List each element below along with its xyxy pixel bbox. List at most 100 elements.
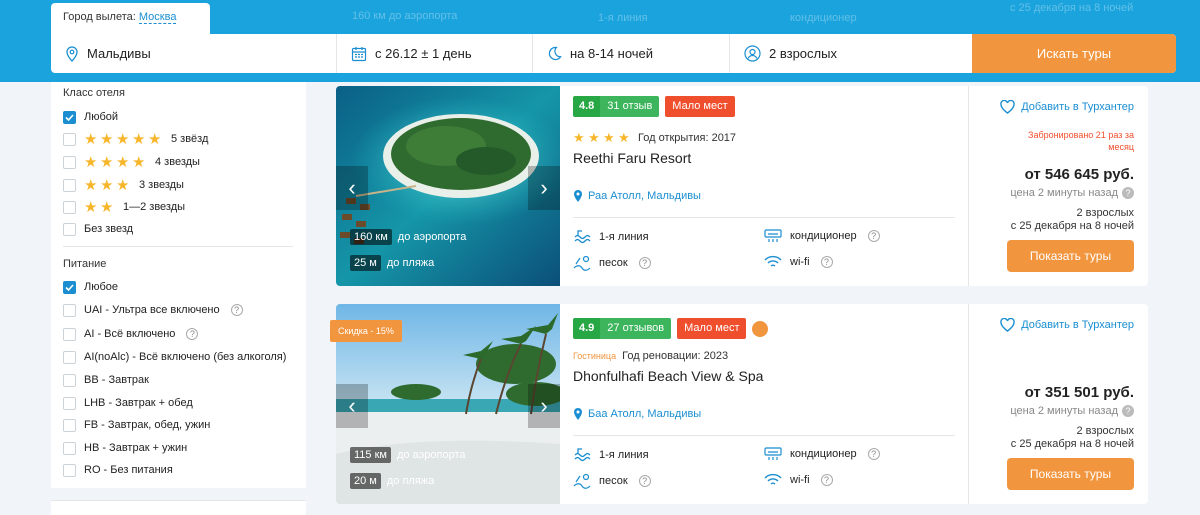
beach-distance-value: 20 м [350,473,381,489]
departure-city-link[interactable]: Москва [138,11,177,24]
show-tours-button[interactable]: Показать туры [1007,458,1134,490]
checkbox-icon[interactable] [63,132,76,146]
help-icon[interactable]: ? [867,230,880,242]
help-icon[interactable]: ? [1122,405,1134,417]
sand-beach-icon [573,255,591,271]
rating-score: 4.9 [573,318,601,339]
nights-field[interactable]: на 8-14 ночей [533,34,730,73]
filters-sidebar: Класс отеля Любой ★ ★ ★ ★ ★ 5 звёзд ★ ★ ★ ★ 4 з… [51,82,306,488]
checkbox-icon[interactable] [63,418,76,432]
feature-sand: песок ? [573,255,651,271]
checkbox-icon[interactable] [63,155,76,169]
next-photo-arrow[interactable]: › [528,384,560,428]
meal-option[interactable]: AI(noAlc) - Всё включено (без алкоголя) [63,349,286,365]
meal-option[interactable]: Любое [63,279,118,295]
hotel-photo[interactable]: ‹ › 160 км до аэропорта 25 м до пляжа [336,86,560,286]
search-tours-button[interactable]: Искать туры [972,34,1176,73]
meal-option[interactable]: UAI - Ультра все включено ? [63,302,243,318]
checkbox-icon[interactable] [63,463,76,477]
help-icon[interactable]: ? [820,474,833,486]
few-places-badge: Мало мест [665,96,735,117]
checkbox-checked-icon[interactable] [63,280,76,294]
show-tours-button[interactable]: Показать туры [1007,240,1134,272]
ghost-text: кондиционер [790,12,857,24]
search-form: Мальдивы с 26.12 ± 1 день на 8-14 ночей … [51,34,1176,73]
ghost-text: 160 км до аэропорта [352,10,458,22]
price-age-label: цена 2 минуты назад [1010,405,1118,417]
checkbox-icon[interactable] [63,303,76,317]
hotel-class-option[interactable]: ★ ★ ★ ★ ★ 5 звёзд [63,131,208,147]
checkbox-checked-icon[interactable] [63,110,76,124]
add-to-tourhunter[interactable]: Добавить в Турхантер [1000,100,1134,114]
meal-option[interactable]: FB - Завтрак, обед, ужин [63,417,210,433]
hotel-location[interactable]: Баа Атолл, Мальдивы [573,408,701,420]
checkbox-icon[interactable] [63,327,76,341]
four-stars-icon: ★ ★ ★ ★ [84,153,146,171]
meal-option[interactable]: LHB - Завтрак + обед [63,395,193,411]
checkbox-icon[interactable] [63,350,76,364]
hotel-class-option[interactable]: ★ ★ ★ 3 звезды [63,177,184,193]
rating-badge[interactable]: 4.9 27 отзывов [573,318,672,339]
heart-icon [1000,318,1015,332]
divider [63,246,293,247]
meal-label: BB - Завтрак [84,374,149,386]
meal-option[interactable]: AI - Всё включено ? [63,326,199,342]
wifi-icon [764,473,782,485]
hotel-class-option[interactable]: Без звезд [63,221,133,237]
tour-dates: с 25 декабря на 8 ночей [1010,220,1134,232]
hotel-card: ‹ › 160 км до аэропорта 25 м до пляжа 4.8 3… [336,86,1148,286]
prev-photo-arrow[interactable]: ‹ [336,166,368,210]
help-icon[interactable]: ? [638,475,651,487]
checkbox-icon[interactable] [63,178,76,192]
sand-beach-icon [573,473,591,489]
meal-option[interactable]: HB - Завтрак + ужин [63,440,187,456]
help-icon[interactable]: ? [1122,187,1134,199]
help-icon[interactable]: ? [230,304,243,316]
help-icon[interactable]: ? [867,448,880,460]
destination-field[interactable]: Мальдивы [51,34,337,73]
ghost-text: 1-я линия [598,12,648,24]
hotel-type-tag: Гостиница [573,351,617,361]
checkbox-icon[interactable] [63,441,76,455]
meal-option[interactable]: BB - Завтрак [63,372,149,388]
destination-value: Мальдивы [87,46,151,61]
location-pin-icon [574,190,582,202]
checkbox-icon[interactable] [63,396,76,410]
waves-icon [574,448,591,462]
dates-value: с 26.12 ± 1 день [375,46,472,61]
add-to-tourhunter[interactable]: Добавить в Турхантер [1000,318,1134,332]
checkbox-icon[interactable] [63,200,76,214]
hotel-class-option[interactable]: ★ ★ 1—2 звезды [63,199,185,215]
next-photo-arrow[interactable]: › [528,166,560,210]
hotel-class-option[interactable]: Любой [63,109,118,125]
price-panel: Добавить в Турхантер от 351 501 руб. цен… [968,304,1148,504]
hotel-name[interactable]: Reethi Faru Resort [573,150,691,166]
feature-label: 1-я линия [599,449,649,461]
guests-value: 2 взрослых [769,46,837,61]
help-icon[interactable]: ? [820,256,833,268]
hotel-location[interactable]: Раа Атолл, Мальдивы [573,190,701,202]
tour-price: от 351 501 руб. [1024,384,1134,401]
tour-dates: с 25 декабря на 8 ночей [1010,438,1134,450]
feature-ac: кондиционер ? [764,229,880,243]
checkbox-icon[interactable] [63,222,76,236]
renovation-year: Год реновации: 2023 [622,350,729,362]
help-icon[interactable]: ? [186,328,199,340]
booked-count: Забронировано 21 раз за месяц [1028,130,1134,152]
hotel-card: ‹ › 115 км до аэропорта 20 м до пляжа Скид… [330,304,1148,504]
help-icon[interactable]: ? [638,257,651,269]
sidebar-next-panel [51,500,306,515]
hotel-class-label: 5 звёзд [171,133,209,145]
guests-field[interactable]: 2 взрослых [730,34,971,73]
checkbox-icon[interactable] [63,373,76,387]
hotel-name[interactable]: Dhonfulhafi Beach View & Spa [573,368,763,384]
air-conditioner-icon [764,229,782,242]
rating-badge[interactable]: 4.8 31 отзыв [573,96,660,117]
feature-label: wi-fi [790,256,810,268]
dates-field[interactable]: с 26.12 ± 1 день [337,34,533,73]
beach-distance: 20 м до пляжа [350,473,434,489]
prev-photo-arrow[interactable]: ‹ [336,384,368,428]
meal-option[interactable]: RO - Без питания [63,462,173,478]
hotel-class-option[interactable]: ★ ★ ★ ★ 4 звезды [63,154,200,170]
five-stars-icon: ★ ★ ★ ★ ★ [84,130,162,148]
